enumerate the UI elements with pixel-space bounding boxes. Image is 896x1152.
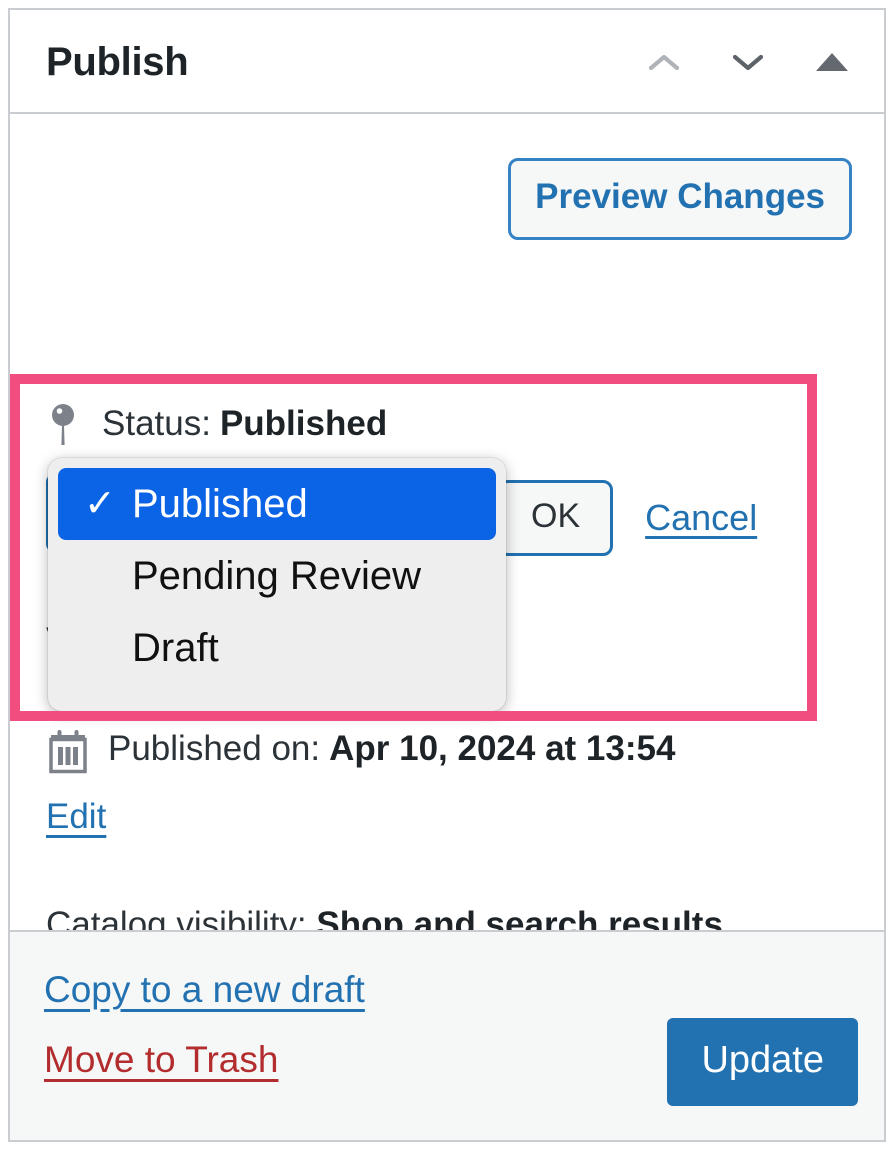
check-icon: ✓ bbox=[84, 483, 116, 525]
status-row: Status: Published bbox=[46, 402, 387, 446]
move-up-button[interactable] bbox=[638, 36, 690, 88]
status-value: Published bbox=[219, 404, 388, 443]
pin-icon bbox=[46, 402, 80, 446]
published-on-value: Apr 10, 2024 at 13:54 bbox=[329, 729, 676, 768]
update-button[interactable]: Update bbox=[667, 1018, 858, 1106]
check-icon: ✓ bbox=[84, 557, 118, 595]
status-option-label: Published bbox=[132, 481, 308, 526]
status-option-pending-review[interactable]: ✓ Pending Review bbox=[58, 540, 496, 612]
triangle-up-icon bbox=[816, 53, 848, 71]
chevron-up-icon bbox=[649, 54, 679, 71]
publish-metabox: Publish Preview Changes Status: Publishe… bbox=[8, 8, 886, 1142]
status-option-published[interactable]: ✓ Published bbox=[58, 468, 496, 540]
published-on-label: Published on: bbox=[108, 729, 321, 768]
panel-header-controls bbox=[638, 36, 858, 88]
preview-changes-row: Preview Changes bbox=[508, 158, 852, 240]
status-label: Status: bbox=[102, 404, 211, 443]
status-edit-actions: OK Cancel bbox=[498, 480, 757, 556]
status-option-label: Draft bbox=[132, 625, 219, 670]
calendar-icon bbox=[46, 728, 90, 776]
preview-changes-button[interactable]: Preview Changes bbox=[508, 158, 852, 240]
status-cancel-link[interactable]: Cancel bbox=[645, 497, 757, 539]
published-on-edit-link[interactable]: Edit bbox=[46, 794, 106, 840]
publish-panel-body: Preview Changes Status: Published OK Can… bbox=[10, 114, 884, 1002]
page-title: Publish bbox=[46, 40, 189, 84]
move-down-button[interactable] bbox=[722, 36, 774, 88]
check-icon: ✓ bbox=[84, 629, 118, 667]
status-ok-button[interactable]: OK bbox=[498, 480, 614, 556]
status-option-label: Pending Review bbox=[132, 553, 422, 598]
chevron-down-icon bbox=[733, 54, 763, 71]
footer-link-group: Copy to a new draft Move to Trash bbox=[44, 966, 365, 1084]
status-dropdown-popup: ✓ Published ✓ Pending Review ✓ Draft bbox=[48, 458, 506, 711]
toggle-panel-button[interactable] bbox=[806, 36, 858, 88]
move-to-trash-link[interactable]: Move to Trash bbox=[44, 1036, 365, 1084]
copy-to-new-draft-link[interactable]: Copy to a new draft bbox=[44, 966, 365, 1014]
publish-panel-header: Publish bbox=[10, 10, 884, 114]
published-on-row: Published on: Apr 10, 2024 at 13:54 bbox=[46, 726, 675, 776]
screenshot-root: Publish Preview Changes Status: Publishe… bbox=[0, 0, 896, 1152]
status-option-draft[interactable]: ✓ Draft bbox=[58, 612, 496, 684]
publish-panel-footer: Copy to a new draft Move to Trash Update bbox=[10, 930, 884, 1140]
